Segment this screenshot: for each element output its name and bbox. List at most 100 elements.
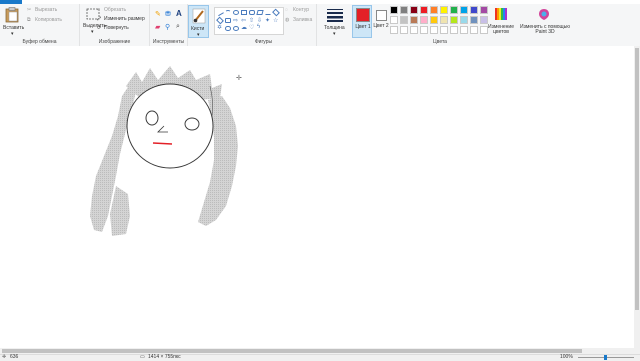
heart-shape-icon[interactable]: ♡ xyxy=(249,24,254,31)
edit-colors-button[interactable]: Изменение цветов xyxy=(486,5,516,38)
fill-dropdown[interactable]: ◍ Заливка xyxy=(285,17,315,25)
copy-button[interactable]: ⧉ Копировать xyxy=(27,17,75,25)
color-picker-icon[interactable]: ⚲ xyxy=(165,23,170,31)
palette-swatch[interactable] xyxy=(470,26,478,34)
palette-swatch[interactable] xyxy=(400,6,408,14)
drawing-canvas[interactable]: ✛ xyxy=(0,46,634,348)
left-arrow-shape-icon[interactable]: ⇦ xyxy=(241,17,246,24)
palette-swatch[interactable] xyxy=(430,16,438,24)
text-icon[interactable]: A xyxy=(176,9,182,18)
eraser-icon[interactable]: ▰ xyxy=(155,23,160,31)
shapes-group: ⇨ ⇦ ⇧ ⇩ ✦ ☆ ✡ ☁ ♡ ϟ ◌ Контур ◍ Заливка Ф… xyxy=(211,4,317,46)
palette-swatch[interactable] xyxy=(400,16,408,24)
image-group-label: Изображение xyxy=(98,39,131,45)
line-shape-icon[interactable] xyxy=(216,8,224,17)
shapes-group-label: Фигуры xyxy=(254,39,273,45)
five-point-star-shape-icon[interactable]: ☆ xyxy=(273,17,278,24)
vertical-scrollbar[interactable] xyxy=(634,46,640,348)
rotate-button[interactable]: ⟳ Повернуть xyxy=(97,25,147,33)
palette-swatch[interactable] xyxy=(440,26,448,34)
four-point-star-shape-icon[interactable]: ✦ xyxy=(265,17,270,24)
diamond-shape-icon[interactable] xyxy=(272,8,280,17)
cloud-callout-shape-icon[interactable]: ☁ xyxy=(241,24,247,31)
fill-bucket-icon[interactable]: ⛃ xyxy=(165,10,171,18)
rectangle-shape-icon[interactable] xyxy=(241,10,247,15)
zoom-slider-thumb[interactable] xyxy=(604,355,607,360)
pencil-icon[interactable]: ✎ xyxy=(155,10,161,18)
cursor-position-icon: ✛ xyxy=(2,354,7,360)
crop-button[interactable]: ⌗ Обрезать xyxy=(97,7,147,15)
callout-rounded-shape-icon[interactable] xyxy=(225,26,231,31)
size-button[interactable]: Толщина ▾ xyxy=(320,5,350,38)
copy-icon: ⧉ xyxy=(27,17,31,23)
palette-swatch[interactable] xyxy=(460,26,468,34)
right-arrow-shape-icon[interactable]: ⇨ xyxy=(233,17,238,24)
color1-label: Цвет 1 xyxy=(355,24,371,30)
chevron-down-icon: ▾ xyxy=(11,31,14,37)
paste-button[interactable]: Вставить ▾ xyxy=(2,5,24,37)
fill-label: Заливка xyxy=(293,17,313,23)
palette-swatch[interactable] xyxy=(390,26,398,34)
color2-selector[interactable]: Цвет 2 xyxy=(372,5,390,38)
palette-swatch[interactable] xyxy=(410,16,418,24)
paint3d-button[interactable]: Изменить с помощью Paint 3D xyxy=(520,5,570,38)
face-outline xyxy=(126,83,214,169)
cut-button[interactable]: ✂ Вырезать xyxy=(27,7,75,15)
palette-swatch[interactable] xyxy=(460,16,468,24)
zoom-slider[interactable] xyxy=(578,355,634,360)
palette-swatch[interactable] xyxy=(450,16,458,24)
tools-group-label: Инструменты xyxy=(152,39,185,45)
magnifier-icon[interactable]: ⌕ xyxy=(176,23,180,31)
cut-label: Вырезать xyxy=(35,7,58,13)
palette-swatch[interactable] xyxy=(390,6,398,14)
polygon-shape-icon[interactable] xyxy=(256,10,264,15)
chevron-down-icon: ▾ xyxy=(333,31,336,37)
palette-swatch[interactable] xyxy=(440,16,448,24)
palette-swatch[interactable] xyxy=(420,16,428,24)
outline-icon: ◌ xyxy=(285,7,288,13)
six-point-star-shape-icon[interactable]: ✡ xyxy=(217,24,222,31)
palette-swatch[interactable] xyxy=(420,6,428,14)
palette-swatch[interactable] xyxy=(430,6,438,14)
line-thickness-icon xyxy=(327,9,343,22)
lightning-shape-icon[interactable]: ϟ xyxy=(257,24,260,30)
palette-swatch[interactable] xyxy=(450,26,458,34)
palette-swatch[interactable] xyxy=(410,6,418,14)
palette-swatch[interactable] xyxy=(410,26,418,34)
triangle-shape-icon[interactable] xyxy=(265,10,271,15)
outline-dropdown[interactable]: ◌ Контур xyxy=(285,7,315,15)
brush-icon xyxy=(192,8,206,24)
rounded-rectangle-shape-icon[interactable] xyxy=(249,10,255,15)
up-arrow-shape-icon[interactable]: ⇧ xyxy=(249,17,254,24)
palette-swatch[interactable] xyxy=(470,16,478,24)
palette-swatch[interactable] xyxy=(460,6,468,14)
horizontal-scroll-thumb[interactable] xyxy=(2,349,582,353)
callout-oval-shape-icon[interactable] xyxy=(233,26,239,31)
palette-swatch[interactable] xyxy=(400,26,408,34)
rotate-icon: ⟳ xyxy=(97,25,102,31)
brushes-button[interactable]: Кисти ▾ xyxy=(188,5,209,38)
oval-shape-icon[interactable] xyxy=(233,10,239,15)
ribbon: Вставить ▾ ✂ Вырезать ⧉ Копировать Буфер… xyxy=(0,4,640,47)
crop-label: Обрезать xyxy=(104,7,127,13)
image-dimensions: 1414 × 755пкс xyxy=(148,354,181,360)
vertical-scroll-thumb[interactable] xyxy=(635,48,639,310)
color1-selector[interactable]: Цвет 1 xyxy=(352,5,372,38)
palette-swatch[interactable] xyxy=(450,6,458,14)
colors-group-label: Цвета xyxy=(433,39,447,45)
hexagon-shape-icon[interactable] xyxy=(225,18,231,23)
clipboard-icon xyxy=(5,7,19,23)
color-spectrum-icon xyxy=(495,8,507,20)
palette-swatch[interactable] xyxy=(430,26,438,34)
palette-swatch[interactable] xyxy=(390,16,398,24)
hair-left-lower xyxy=(110,186,130,236)
palette-swatch[interactable] xyxy=(470,6,478,14)
down-arrow-shape-icon[interactable]: ⇩ xyxy=(257,17,262,24)
image-group: Выделить ▾ ⌗ Обрезать ⤢ Изменить размер … xyxy=(80,4,150,46)
resize-icon: ⤢ xyxy=(97,16,102,22)
resize-button[interactable]: ⤢ Изменить размер xyxy=(97,16,147,24)
palette-swatch[interactable] xyxy=(440,6,448,14)
edit-colors-label: Изменение цветов xyxy=(488,24,514,35)
palette-swatch[interactable] xyxy=(420,26,428,34)
curve-shape-icon[interactable] xyxy=(225,10,231,15)
